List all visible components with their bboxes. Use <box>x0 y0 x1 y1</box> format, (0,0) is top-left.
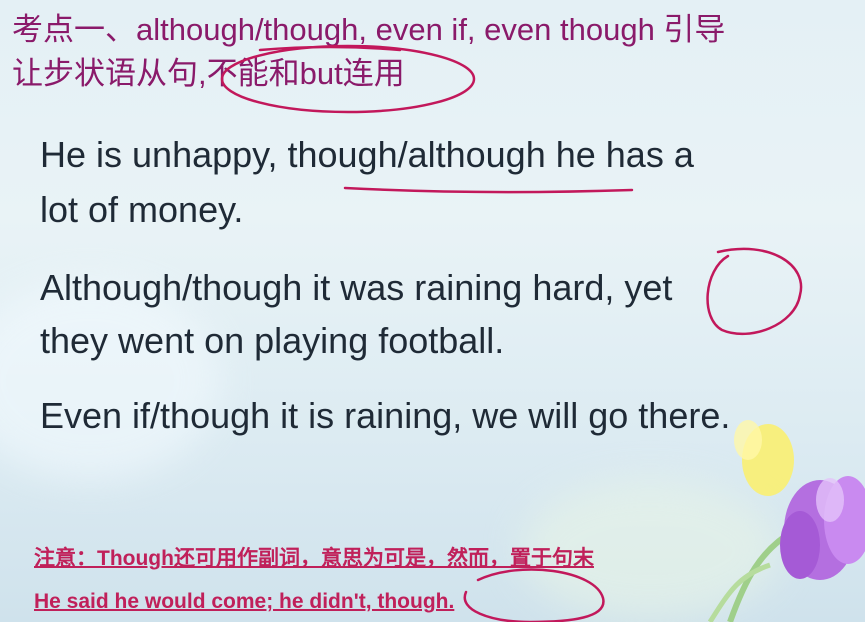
note-line-1: 注意：Though还可用作副词，意思为可是，然而，置于句末 <box>34 547 594 570</box>
example-1-line-2: lot of money. <box>40 189 244 230</box>
note-line-2: He said he would come; he didn't, though… <box>34 590 455 613</box>
slide: 考点一、although/though, even if, even thoug… <box>0 0 865 622</box>
example-2-line-1: Although/though it was raining hard, yet <box>40 267 673 308</box>
example-3-line-1: Even if/though it is raining, we will go… <box>40 395 731 436</box>
example-1-line-1: He is unhappy, though/although he has a <box>40 134 694 175</box>
example-2-line-2: they went on playing football. <box>40 320 505 361</box>
underline-mark <box>343 186 634 194</box>
heading-line-2: 让步状语从句,不能和but连用 <box>12 56 405 91</box>
circle-mark <box>706 247 803 336</box>
heading-line-1: 考点一、although/though, even if, even thoug… <box>12 12 726 47</box>
